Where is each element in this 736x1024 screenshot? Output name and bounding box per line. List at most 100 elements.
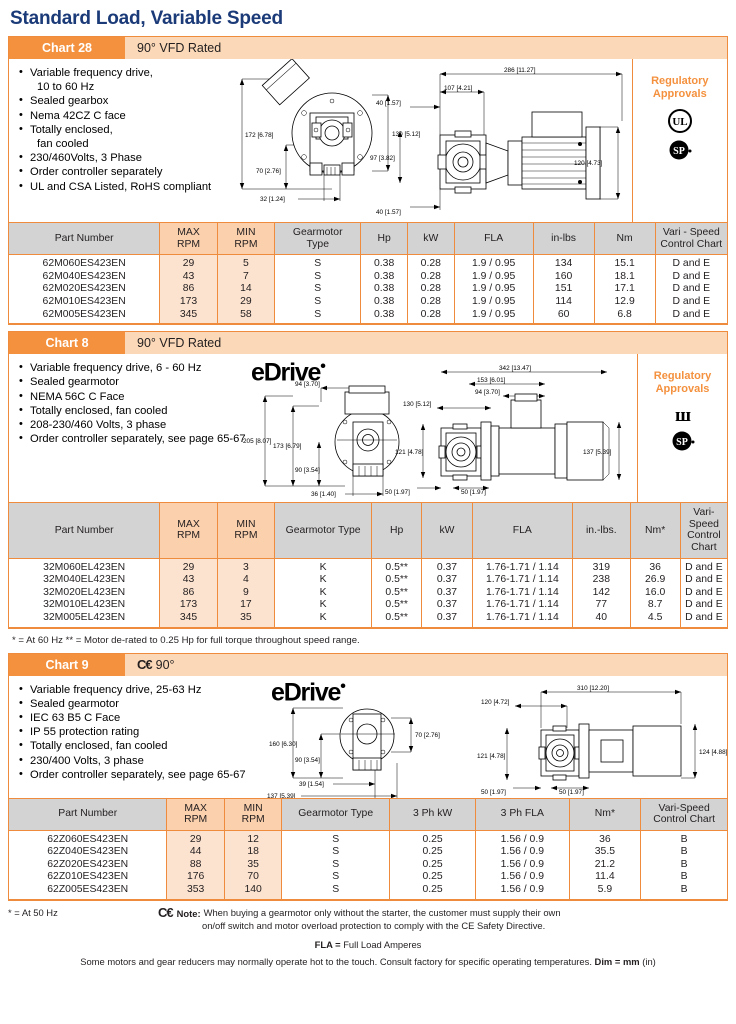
table-cell: D and E [654,270,727,284]
chart-9-footnote: * = At 50 Hz [8,906,58,918]
table-row: 62M020ES423EN 86 14 S 0.38 0.28 1.9 / 0.95 151 1… [9,283,727,296]
table-cell: 1.9 / 0.95 [453,308,534,324]
table-cell: 0.25 [389,858,476,872]
table-cell: 36 [568,830,641,847]
table-cell: K [274,574,372,587]
svg-text:SP: SP [673,146,685,157]
approvals-icons: UL SP [667,108,693,162]
table-cell: 36 [629,558,681,575]
column-header: 3 Ph kW [389,797,476,831]
dim-label: 94 [3.70] [475,389,500,396]
chart-subtitle-text-8: 90° VFD Rated [137,336,222,351]
chart-subtitle-text-9: 90° [155,657,175,672]
part-number-cell: 62Z005ES423EN [47,884,129,896]
dim-label: 310 [12.20] [577,685,609,692]
table-cell: 0.37 [421,574,473,587]
table-cell: 86 [159,586,218,600]
spec-item: Sealed gearmotor [19,374,235,389]
column-header: Gearmotor Type [274,221,361,256]
table-cell: 1.76-1.71 / 1.14 [471,611,573,627]
table-cell: S [281,830,390,847]
ul-listed-icon: UL [667,109,692,133]
dim-label: 50 [1.97] [481,789,506,796]
svg-text:UL: UL [672,116,687,128]
table-cell: 0.38 [360,254,408,271]
temperature-note-text: Some motors and gear reducers may normal… [80,955,592,967]
dim-label: 120 [4.72] [481,699,510,706]
table-cell: B [640,884,727,900]
table-cell: 319 [572,558,631,575]
table-cell: 77 [572,599,631,612]
spec-item: IEC 63 B5 C Face [19,710,259,725]
table-cell: D and E [654,295,727,309]
bottom-notes: * = At 50 Hz C€ Note: When buying a gearm… [8,906,728,968]
table-row: 62M060ES423EN 29 5 S 0.38 0.28 1.9 / 0.95 134 15… [9,254,727,271]
table-cell: 0.5** [371,611,422,627]
table-cell: S [274,308,361,324]
table-cell: D and E [654,254,727,271]
table-cell: 1.56 / 0.9 [475,871,569,885]
part-number-cell: 62Z020ES423EN [47,858,129,870]
table-cell: 4.5 [629,611,681,627]
part-number-cell: 62Z010ES423EN [47,871,129,883]
table-cell: 40 [572,611,631,627]
table-cell: 14 [216,283,275,296]
table-row: 62Z020ES423EN 88 35 S 0.25 1.56 / 0.9 21.2 B [9,858,727,872]
table-cell: 12.9 [593,295,656,309]
table-cell: 238 [572,574,631,587]
column-header: MIN RPM [216,502,275,559]
table-cell: 1.76-1.71 / 1.14 [471,558,573,575]
dim-label: 205 [8.07] [243,438,272,445]
chart-block-9: Chart 9 C€ 90° Variable frequency drive,… [8,652,728,901]
gearmotor-drawing-28: 172 [6.78] 70 [2.76] 130 [5.12] 32 [1.24… [239,59,622,216]
table-cell: 1.56 / 0.9 [475,884,569,900]
dim-label: 32 [1.24] [260,196,285,203]
table-cell: 0.25 [389,871,476,885]
column-header: MAX RPM [159,502,218,559]
column-header: MAX RPM [166,797,225,831]
table-cell: 173 [159,599,218,612]
chart-subtitle-8: 90° VFD Rated [125,332,727,354]
spec-item: Order controller separately, see page 65… [19,767,259,782]
dim-label: 153 [6.01] [477,377,506,384]
fla-note: FLA = Full Load Amperes [8,939,728,951]
table-cell: 3 [216,558,275,575]
table-cell: 0.28 [406,270,455,284]
table-cell: B [640,830,727,847]
table-cell: K [274,599,372,612]
table-cell: 0.37 [421,586,473,600]
dim-label: 137 [5.39] [583,449,612,456]
spec-item: Variable frequency drive, [19,65,216,80]
approvals-icons: ш SP [669,403,697,453]
table-cell: 0.25 [389,846,476,859]
table-cell: 1.76-1.71 / 1.14 [471,599,573,612]
table-cell: S [274,270,361,284]
table-row: 62M040ES423EN 43 7 S 0.38 0.28 1.9 / 0.95 160 18… [9,270,727,284]
drawing-area-9: eDrive• 160 [6.30] 90 [3.54] 70 [2.76] 3… [265,676,727,798]
approvals-title: Regulatory Approvals [651,75,708,101]
table-cell: 353 [166,884,225,900]
table-cell: 29 [159,254,218,271]
table-cell: 0.25 [389,884,476,900]
fla-label: FLA = [314,938,341,950]
column-header: Nm* [629,502,681,559]
drawing-area-28: 172 [6.78] 70 [2.76] 130 [5.12] 32 [1.24… [222,59,632,222]
table-cell: B [640,846,727,859]
table-cell: 0.5** [371,574,422,587]
table-cell: 7 [216,270,275,284]
table-row: 62Z005ES423EN 353 140 S 0.25 1.56 / 0.9 5.9 B [9,884,727,900]
table-cell: 0.5** [371,558,422,575]
column-header: Hp [360,221,408,256]
approvals-28: Regulatory Approvals UL SP [631,59,727,222]
table-cell: 142 [572,586,631,600]
chart-body-28: Variable frequency drive, 10 to 60 Hz Se… [9,59,727,222]
column-header: Nm* [568,797,641,831]
table-cell: K [274,611,372,627]
ru-recognized-icon: ш [674,405,690,425]
approvals-title-line1: Regulatory [651,75,709,87]
table-cell: 114 [532,295,595,309]
table-cell: S [281,884,390,900]
table-cell: S [274,283,361,296]
column-header: kW [406,221,455,256]
table-cell: 35.5 [568,846,641,859]
